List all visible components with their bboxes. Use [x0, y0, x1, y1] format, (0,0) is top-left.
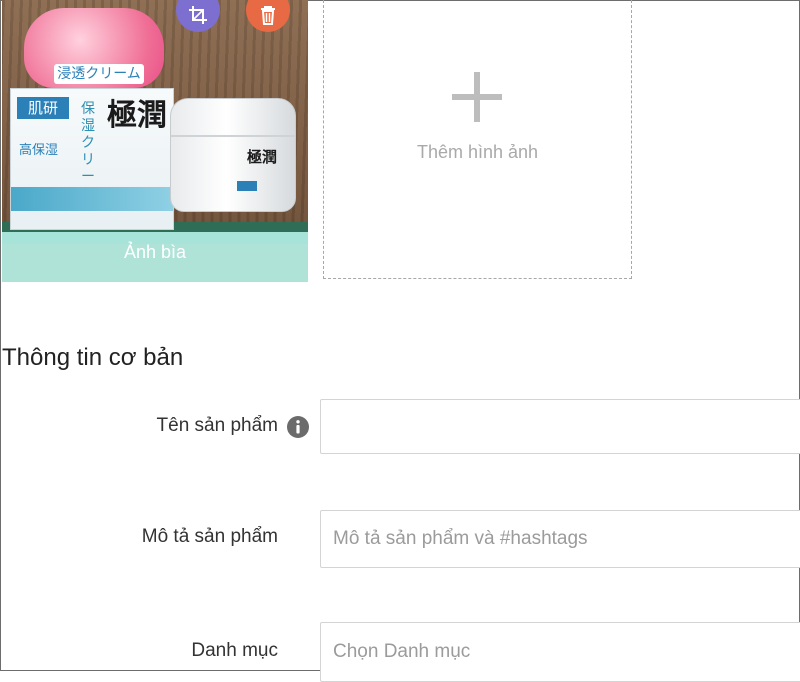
- bubble-label: 浸透クリーム: [54, 64, 144, 84]
- trash-icon: [261, 6, 275, 25]
- package-tagline: 高保湿: [19, 143, 59, 158]
- category-input[interactable]: [321, 623, 800, 681]
- crop-icon: [189, 6, 207, 24]
- jar-tag: [237, 181, 257, 191]
- product-name-field[interactable]: [320, 399, 800, 454]
- product-photo: 肌研 保湿クリーム 極潤 高保湿 浸透クリーム 極潤: [2, 0, 308, 244]
- category-select[interactable]: [320, 622, 800, 682]
- package-logo: 肌研: [17, 97, 69, 119]
- package-bubble: 浸透クリーム: [24, 8, 164, 88]
- plus-icon: [452, 72, 502, 122]
- add-image-tile[interactable]: Thêm hình ảnh: [323, 0, 632, 279]
- package-band: [11, 187, 173, 211]
- product-description-field[interactable]: [320, 510, 800, 568]
- product-description-input[interactable]: [321, 511, 800, 567]
- section-title: Thông tin cơ bản: [2, 344, 184, 371]
- product-name-input[interactable]: [321, 400, 800, 453]
- product-package: 肌研 保湿クリーム 極潤 高保湿: [10, 88, 174, 230]
- category-label: Danh mục: [191, 640, 278, 661]
- product-description-label: Mô tả sản phẩm: [141, 526, 278, 547]
- info-icon[interactable]: [286, 415, 310, 439]
- product-jar: 極潤: [170, 98, 296, 212]
- add-image-label: Thêm hình ảnh: [416, 142, 539, 162]
- package-brand: 極潤: [107, 98, 167, 133]
- jar-label: 極潤: [247, 148, 278, 166]
- jar-lid-line: [171, 135, 295, 137]
- product-name-label: Tên sản phẩm: [156, 415, 278, 436]
- cover-image-tile[interactable]: 肌研 保湿クリーム 極潤 高保湿 浸透クリーム 極潤 Ảnh bìa: [2, 0, 308, 282]
- cover-caption: Ảnh bìa: [2, 232, 308, 282]
